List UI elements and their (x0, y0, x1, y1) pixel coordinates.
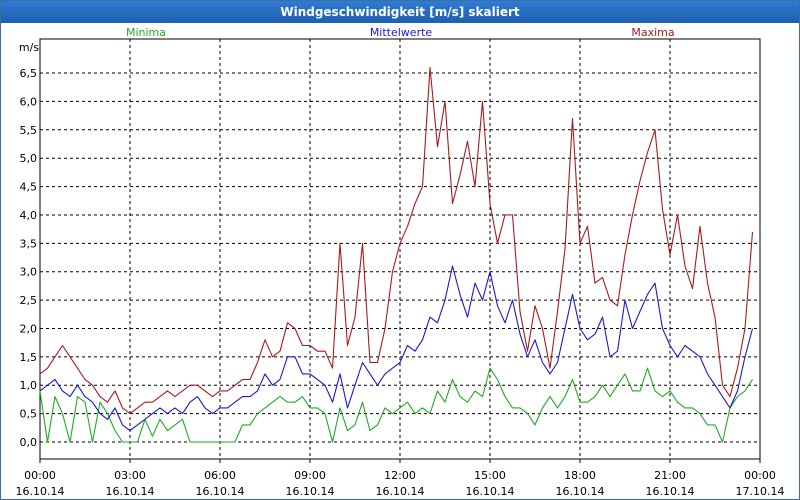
x-tick-date: 17.10.14 (736, 485, 785, 498)
x-tick-time: 03:00 (114, 469, 146, 482)
y-tick-label: 1,5 (20, 351, 38, 364)
x-tick-date: 16.10.14 (556, 485, 605, 498)
wind-speed-chart: 0,0 0,5 1,0 1,5 2,0 2,5 3,0 3,5 4,0 4,5 5,0 5,5 6,0 6… (16, 26, 785, 498)
x-tick-date: 16.10.14 (466, 485, 515, 498)
y-tick-label: 6,5 (20, 67, 38, 80)
y-tick-label: 6,0 (20, 95, 38, 108)
x-tick-date: 16.10.14 (286, 485, 335, 498)
legend-label-maxima: Maxima (631, 26, 674, 39)
legend-label-minima: Minima (126, 26, 166, 39)
y-tick-label: 2,5 (20, 294, 38, 307)
x-tick-date: 16.10.14 (106, 485, 155, 498)
x-tick-time: 18:00 (564, 469, 596, 482)
legend-label-mittelwerte: Mittelwerte (370, 26, 433, 39)
y-tick-label: 1,0 (20, 379, 38, 392)
x-tick-time: 06:00 (204, 469, 236, 482)
y-tick-label: 5,0 (20, 152, 38, 165)
y-tick-label: 3,5 (20, 237, 38, 250)
y-tick-label: 0,0 (20, 436, 38, 449)
x-tick-time: 00:00 (24, 469, 56, 482)
x-tick-time: 15:00 (474, 469, 506, 482)
x-tick-time: 00:00 (744, 469, 776, 482)
y-tick-label: 0,5 (20, 408, 38, 421)
x-tick-date: 16.10.14 (646, 485, 695, 498)
x-tick-time: 21:00 (654, 469, 686, 482)
y-tick-label: 5,5 (20, 124, 38, 137)
x-tick-time: 09:00 (294, 469, 326, 482)
y-tick-label: 2,0 (20, 322, 38, 335)
x-tick-date: 16.10.14 (196, 485, 245, 498)
x-tick-date: 16.10.14 (16, 485, 65, 498)
chart-window: Windgeschwindigkeit [m/s] skaliert 0,0 0,… (0, 0, 800, 500)
y-axis-label: m/s (19, 41, 39, 54)
y-tick-label: 3,0 (20, 266, 38, 279)
x-tick-date: 16.10.14 (376, 485, 425, 498)
y-tick-label: 4,0 (20, 209, 38, 222)
y-tick-label: 4,5 (20, 181, 38, 194)
x-tick-time: 12:00 (384, 469, 416, 482)
